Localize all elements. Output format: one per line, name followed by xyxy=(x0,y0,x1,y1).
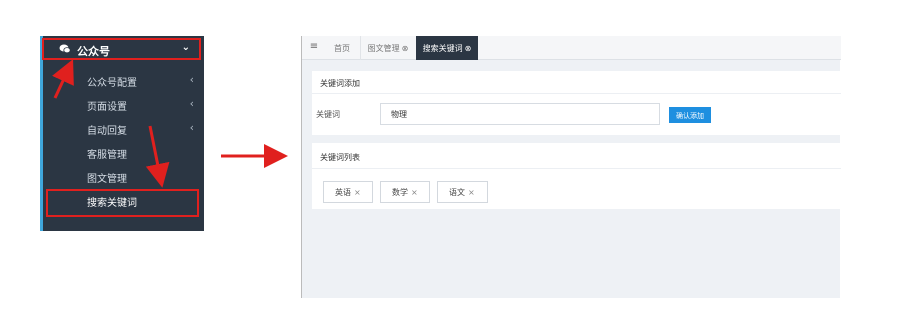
tab-search-keywords[interactable]: 搜索关键词 ⊗ xyxy=(416,36,478,60)
close-icon[interactable]: ⊗ xyxy=(402,44,409,53)
chevron-left-icon: ‹ xyxy=(189,73,194,86)
sidebar-item-label: 客服管理 xyxy=(87,150,127,161)
tab-label: 首页 xyxy=(334,44,350,53)
confirm-add-button[interactable]: 确认添加 xyxy=(669,107,711,123)
sidebar-item-articles[interactable]: 图文管理 xyxy=(43,164,204,188)
keyword-tag[interactable]: 数学 × xyxy=(380,181,430,203)
panel-divider xyxy=(312,168,841,169)
sidebar-item-label: 公众号配置 xyxy=(87,78,137,89)
keyword-tag[interactable]: 语文 × xyxy=(437,181,488,203)
sidebar-item-config[interactable]: 公众号配置 ‹ xyxy=(43,68,204,92)
admin-panel: ≡ 首页 图文管理 ⊗ 搜索关键词 ⊗ 关键词添加 关键词 物理 确认添加 关键词列… xyxy=(301,36,841,298)
keyword-field-label: 关键词 xyxy=(316,110,340,119)
keyword-tag[interactable]: 英语 × xyxy=(323,181,373,203)
tag-label: 英语 xyxy=(335,188,351,197)
close-icon[interactable]: ⊗ xyxy=(465,44,472,53)
panel-title: 关键词添加 xyxy=(320,79,360,88)
tab-label: 搜索关键词 xyxy=(422,44,463,53)
chevron-left-icon: ‹ xyxy=(189,121,194,134)
remove-icon[interactable]: × xyxy=(411,188,418,197)
sidebar-item-label: 图文管理 xyxy=(87,174,127,185)
tab-articles[interactable]: 图文管理 ⊗ xyxy=(360,36,415,60)
sidebar-item-label: 自动回复 xyxy=(87,126,127,137)
chevron-left-icon: ‹ xyxy=(189,97,194,110)
tab-label: 图文管理 xyxy=(367,44,400,53)
tab-bar: ≡ 首页 图文管理 ⊗ 搜索关键词 ⊗ xyxy=(302,36,841,60)
tag-label: 数学 xyxy=(392,188,408,197)
tab-home[interactable]: 首页 xyxy=(328,36,356,60)
sidebar-item-label: 页面设置 xyxy=(87,102,127,113)
panel-divider xyxy=(312,93,841,94)
remove-icon[interactable]: × xyxy=(354,188,361,197)
tag-label: 语文 xyxy=(449,188,465,197)
sidebar-item-auto-reply[interactable]: 自动回复 ‹ xyxy=(43,116,204,140)
keyword-input[interactable]: 物理 xyxy=(380,103,660,125)
menu-icon[interactable]: ≡ xyxy=(302,36,326,60)
sidebar-item-page-settings[interactable]: 页面设置 ‹ xyxy=(43,92,204,116)
sidebar-item-customer-service[interactable]: 客服管理 xyxy=(43,140,204,164)
highlight-box-menu-item xyxy=(46,189,199,217)
remove-icon[interactable]: × xyxy=(468,188,475,197)
panel-title: 关键词列表 xyxy=(320,153,360,162)
highlight-box-group xyxy=(42,38,201,60)
